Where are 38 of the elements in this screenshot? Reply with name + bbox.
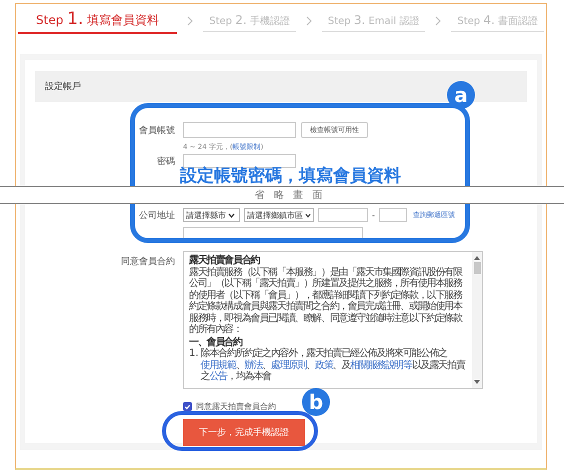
city-select[interactable]: 請選擇縣市 — [183, 208, 240, 222]
annotation-caption: 設定帳號密碼，填寫會員資料 — [180, 168, 401, 185]
policy-link[interactable]: 使用規範 — [200, 360, 236, 370]
field-label: 公司地址 — [138, 210, 175, 222]
omitted-label: 省 略 畫 面 — [254, 188, 326, 202]
scroll-up-icon[interactable] — [474, 256, 480, 260]
dropdown-icon — [305, 212, 311, 218]
policy-link[interactable]: 政策 — [315, 360, 333, 370]
policy-link[interactable]: 處理原則 — [270, 360, 306, 370]
chevron-icon — [435, 16, 442, 26]
field-label: 同意會員合約 — [120, 256, 175, 268]
password-field[interactable] — [183, 154, 296, 168]
clause-number: 1. — [189, 348, 199, 361]
policy-link[interactable]: 公告 — [209, 371, 227, 382]
scrollbar[interactable] — [472, 252, 482, 388]
consent-checkbox[interactable] — [183, 402, 192, 411]
agreement-title: 露天拍賣會員合約 — [189, 255, 261, 266]
field-label: 會員帳號 — [138, 124, 175, 136]
zip-separator: - — [372, 210, 375, 220]
policy-link[interactable]: 辦法 — [244, 360, 262, 370]
agreement-box[interactable] — [183, 251, 483, 389]
account-field[interactable] — [183, 122, 296, 138]
field-label: 密碼 — [156, 156, 175, 168]
zip-field[interactable] — [318, 208, 368, 222]
policy-link[interactable]: 相關服務說明等 — [350, 360, 412, 370]
district-select[interactable]: 請選擇鄉鎮市區 — [244, 208, 314, 222]
agreement-section-title: 一、會員合約 — [189, 336, 244, 348]
chevron-icon — [306, 16, 312, 26]
consent-label: 同意露天拍賣會員合約 — [196, 401, 276, 412]
zip-field[interactable] — [378, 208, 407, 222]
dropdown-icon — [228, 212, 235, 218]
agreement-paragraph: 露天拍賣服務（以下稱「本服務」）是由「露天市集國際資訊股份有限公司」（以下稱「露天拍賣」）所建置及提供之服務，所有使用本服務的使用者（以下稱「會員」），都應詳細閱讀下列約定條款，以下服務約定條款構成會員與露天拍賣間之合約，會員完成註冊、或開始使用本服務時，即視為會員已閱讀、瞭解、同意遵守並隨時注意以下約定條款的所有內容： — [189, 266, 464, 336]
next-step-button[interactable]: 下一步，完成手機認證 — [183, 419, 305, 446]
scrollbar-thumb[interactable] — [474, 262, 480, 274]
scroll-down-icon[interactable] — [474, 380, 480, 384]
clause-paragraph: 除本合約所約定之內容外，露天拍賣已經公佈及將來可能公佈之 使用規範、辦法、處理原則、政策、及相關服務說明等以及露天拍賣之公告，均為本會 — [200, 348, 466, 382]
chevron-icon — [187, 16, 194, 26]
step-tab[interactable]: Step 1. 填寫會員資料 — [18, 8, 178, 34]
